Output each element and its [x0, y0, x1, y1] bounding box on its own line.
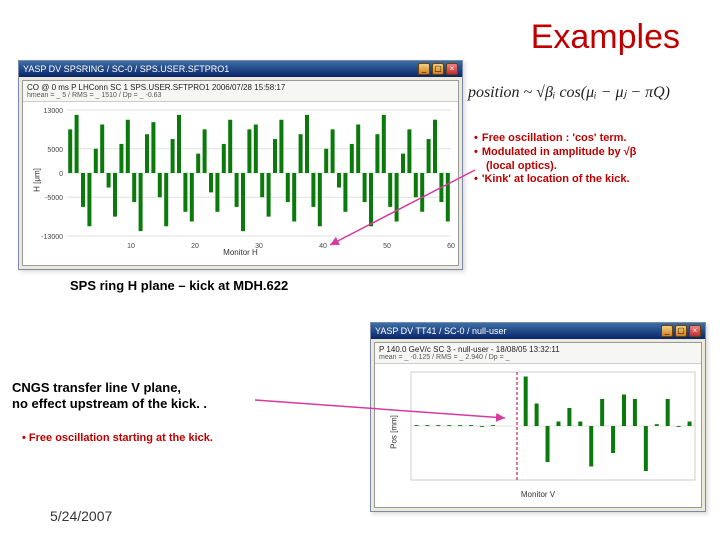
svg-text:20: 20 [191, 243, 199, 250]
bullet2-sub: (local optics). [486, 160, 557, 174]
window-title: YASP DV TT41 / SC-0 / null-user [375, 326, 507, 336]
close-icon[interactable]: × [446, 63, 458, 75]
svg-text:40: 40 [319, 243, 327, 250]
chart-header-line2: mean = _ -0.125 / RMS = _ 2.940 / Dp = _ [379, 354, 697, 361]
svg-text:0: 0 [59, 171, 63, 178]
bullet-bottom: • Free oscillation starting at the kick. [22, 432, 213, 444]
svg-text:-5000: -5000 [45, 195, 63, 202]
bullet3: 'Kink' at location of the kick. [482, 173, 630, 187]
caption-sps: SPS ring H plane – kick at MDH.622 [70, 278, 288, 293]
window-title: YASP DV SPSRING / SC-0 / SPS.USER.SFTPRO… [23, 64, 229, 74]
svg-text:-13000: -13000 [41, 234, 63, 241]
minimize-icon[interactable]: _ [418, 63, 430, 75]
maximize-icon[interactable]: ▢ [432, 63, 444, 75]
bullet-list-top: •Free oscillation : 'cos' term. •Modulat… [474, 132, 704, 187]
chart-header-line1: P 140.0 GeV/c SC 3 - null-user - 18/08/0… [379, 345, 697, 354]
maximize-icon[interactable]: ▢ [675, 325, 687, 337]
chart-header: P 140.0 GeV/c SC 3 - null-user - 18/08/0… [375, 343, 701, 364]
svg-text:13000: 13000 [44, 108, 64, 115]
svg-text:5000: 5000 [47, 147, 63, 154]
svg-text:50: 50 [383, 243, 391, 250]
slide-title: Examples [531, 18, 680, 57]
bullet1: Free oscillation : 'cos' term. [482, 132, 627, 146]
close-icon[interactable]: × [689, 325, 701, 337]
chart-header-line1: CO @ 0 ms P LHConn SC 1 SPS.USER.SFTPRO1… [27, 83, 454, 92]
minimize-icon[interactable]: _ [661, 325, 673, 337]
chart-header: CO @ 0 ms P LHConn SC 1 SPS.USER.SFTPRO1… [23, 81, 458, 102]
window-titlebar: YASP DV SPSRING / SC-0 / SPS.USER.SFTPRO… [19, 61, 462, 77]
bullet2: Modulated in amplitude by √β [482, 146, 637, 160]
chart-window-sps: YASP DV SPSRING / SC-0 / SPS.USER.SFTPRO… [18, 60, 463, 270]
cngs-bar-chart [381, 366, 703, 496]
svg-text:60: 60 [447, 243, 455, 250]
chart-window-cngs: YASP DV TT41 / SC-0 / null-user _ ▢ × P … [370, 322, 706, 512]
sps-bar-chart: 13000 5000 0 -5000 -13000 10 20 30 40 50 60 [29, 104, 459, 254]
chart-header-line2: hmean = _ 5 / RMS = _ 1510 / Dp = _ -0.6… [27, 92, 454, 99]
svg-text:30: 30 [255, 243, 263, 250]
caption-cngs: CNGS transfer line V plane,no effect ups… [12, 380, 292, 411]
window-titlebar: YASP DV TT41 / SC-0 / null-user _ ▢ × [371, 323, 705, 339]
svg-text:10: 10 [127, 243, 135, 250]
slide-date: 5/24/2007 [50, 508, 112, 524]
position-formula: position ~ √βᵢ cos(μᵢ − μⱼ − πQ) [468, 82, 670, 102]
